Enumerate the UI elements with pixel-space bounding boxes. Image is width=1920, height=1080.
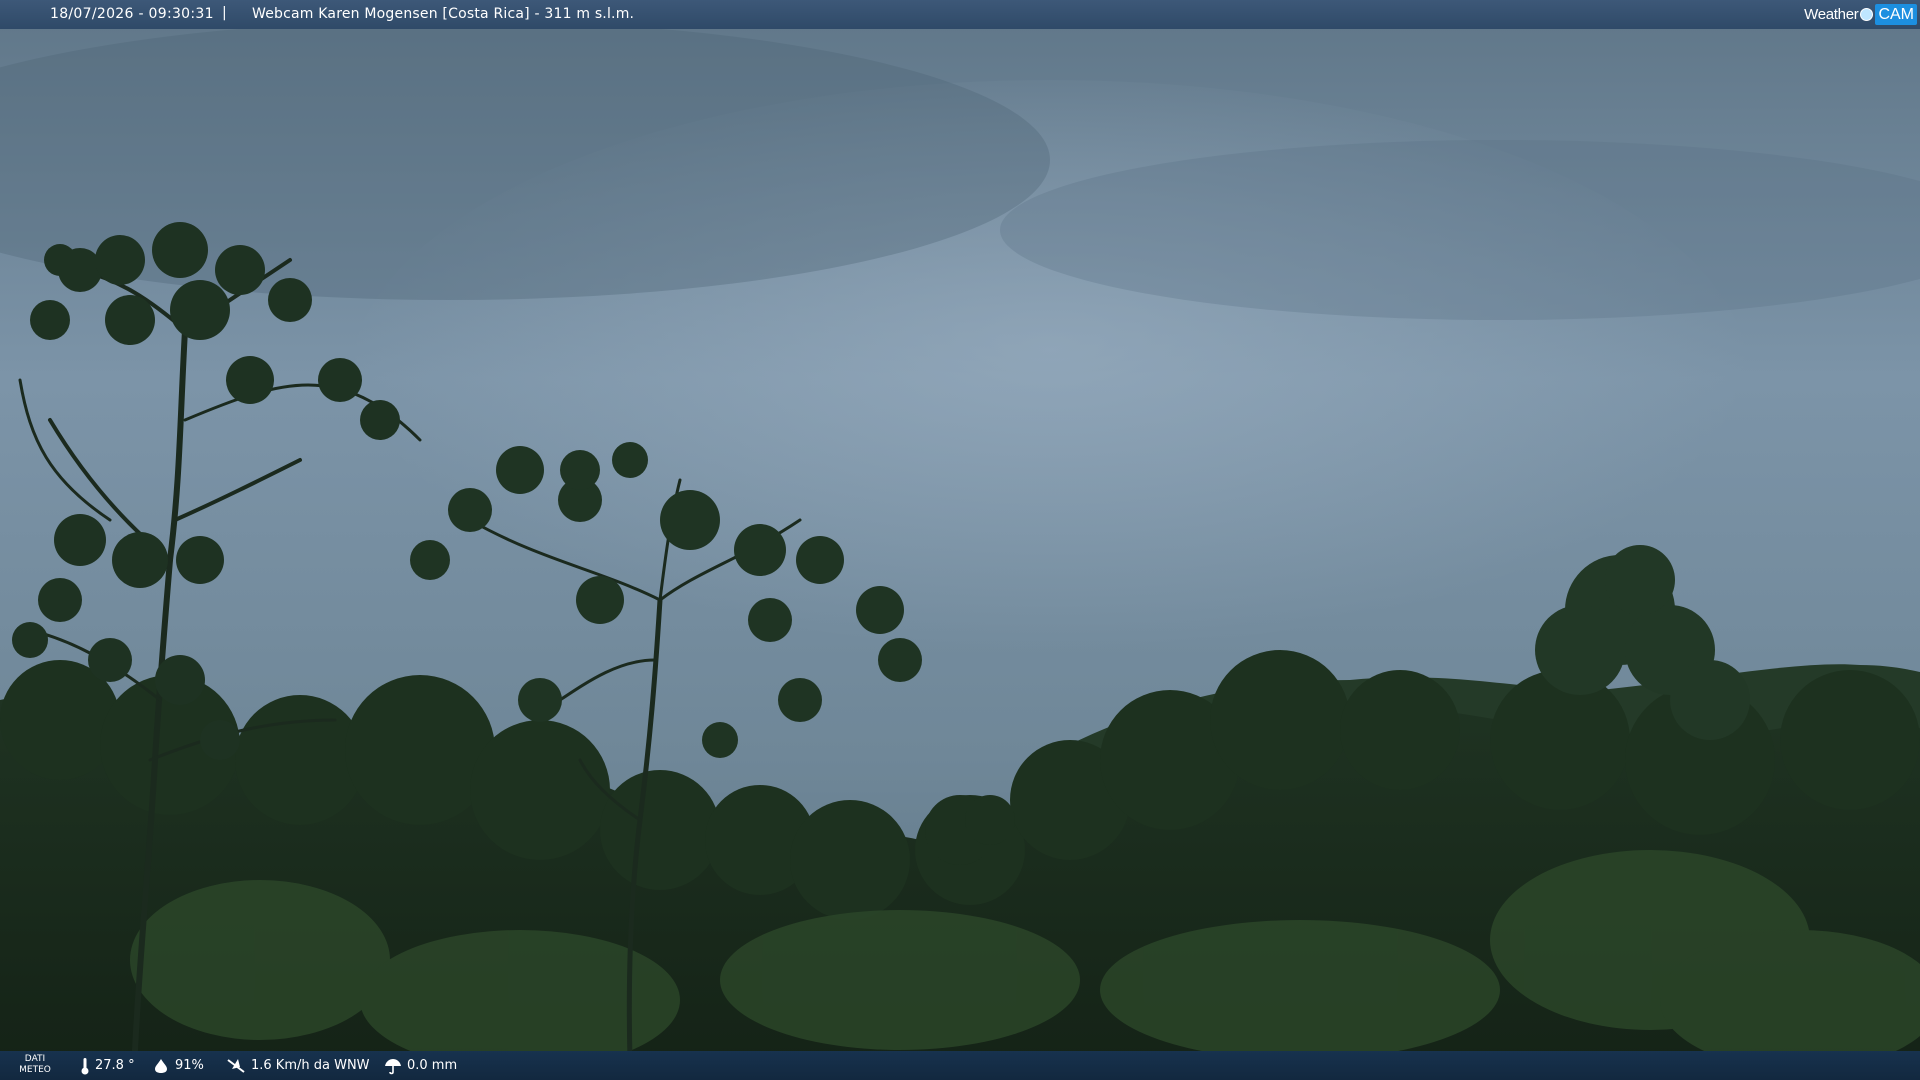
webcam-title: Webcam Karen Mogensen [Costa Rica] - 311… <box>252 6 635 22</box>
wind-readout: 1.6 Km/h da WNW <box>226 1051 370 1080</box>
wind-value: 1.6 Km/h da WNW <box>251 1058 370 1073</box>
weathercam-logo[interactable]: Weather CAM <box>1804 3 1917 26</box>
meteo-label-line2: METEO <box>19 1065 51 1075</box>
meteo-label-line1: DATI <box>24 1054 46 1064</box>
temperature-readout: 27.8 ° <box>80 1051 135 1080</box>
humidity-readout: 91% <box>152 1051 204 1080</box>
droplet-icon <box>152 1058 170 1074</box>
meteo-data-bar: DATI METEO 27.8 ° 91% 1.6 Km/h da WNW 0.… <box>0 1051 1920 1080</box>
logo-cam: CAM <box>1875 4 1917 25</box>
timestamp: 18/07/2026 - 09:30:31 <box>50 6 214 22</box>
meteo-label: DATI METEO <box>18 1054 52 1076</box>
humidity-value: 91% <box>175 1058 204 1073</box>
webcam-frame: 18/07/2026 - 09:30:31 | Webcam Karen Mog… <box>0 0 1920 1080</box>
umbrella-icon <box>384 1057 402 1075</box>
header-separator: | <box>222 5 227 21</box>
webcam-header-bar: 18/07/2026 - 09:30:31 | Webcam Karen Mog… <box>0 0 1920 29</box>
rain-readout: 0.0 mm <box>384 1051 457 1080</box>
temperature-value: 27.8 ° <box>95 1058 135 1073</box>
rain-value: 0.0 mm <box>407 1058 458 1073</box>
thermometer-icon <box>80 1057 90 1075</box>
wind-icon <box>226 1057 246 1075</box>
logo-word: Weather <box>1804 6 1859 23</box>
webcam-image <box>0 0 1920 1080</box>
logo-dot-icon <box>1860 8 1874 21</box>
